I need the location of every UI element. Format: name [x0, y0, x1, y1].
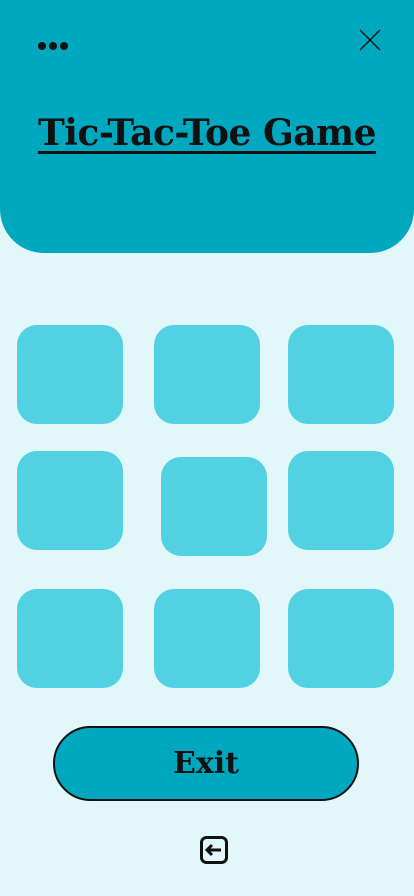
- board-cell-9[interactable]: [288, 589, 394, 688]
- close-icon: [359, 29, 381, 51]
- close-button[interactable]: [355, 25, 385, 55]
- exit-button[interactable]: Exit: [53, 726, 359, 801]
- board-cell-6[interactable]: [288, 451, 394, 550]
- board-cell-3[interactable]: [288, 325, 394, 424]
- board-cell-7[interactable]: [17, 589, 123, 688]
- page-title: Tic-Tac-Toe Game: [37, 112, 377, 154]
- exit-button-label: Exit: [172, 746, 239, 781]
- header-panel: Tic-Tac-Toe Game: [0, 0, 414, 253]
- more-menu-button[interactable]: [32, 32, 76, 60]
- board-cell-2[interactable]: [154, 325, 260, 424]
- board-cell-5[interactable]: [161, 457, 267, 556]
- board-cell-8[interactable]: [154, 589, 260, 688]
- exit-arrow-icon: [200, 836, 228, 864]
- board-cell-1[interactable]: [17, 325, 123, 424]
- more-horizontal-icon: [38, 42, 68, 50]
- board-cell-4[interactable]: [17, 451, 123, 550]
- exit-icon-button[interactable]: [199, 835, 229, 865]
